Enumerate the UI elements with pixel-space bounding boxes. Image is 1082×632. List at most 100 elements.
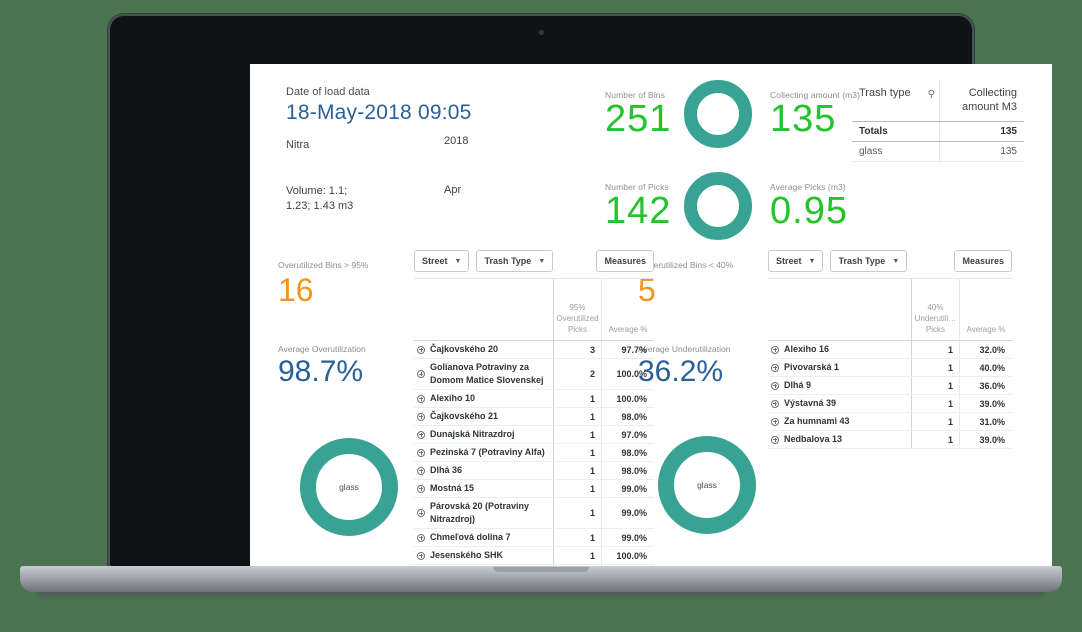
cell-average-percent: 99.0% [621, 508, 647, 518]
pivot-measure-header-picks[interactable]: 40% Underutili… Picks [912, 279, 960, 340]
table-row[interactable]: Alexiho 16 1 32.0% [768, 341, 1012, 359]
expand-icon[interactable] [417, 509, 425, 517]
pivot-measure-header-average[interactable]: Average % [602, 279, 654, 340]
expand-icon[interactable] [417, 533, 425, 542]
cell-picks: 1 [554, 498, 602, 528]
expand-icon[interactable] [417, 484, 425, 493]
measures-chip[interactable]: Measures [954, 250, 1012, 272]
cell-street: Alexiho 16 [768, 341, 912, 358]
expand-icon[interactable] [771, 417, 779, 426]
search-icon[interactable]: ⚲ [928, 86, 935, 102]
average-overutilization-value: 98.7% [278, 355, 364, 388]
expand-icon[interactable] [771, 381, 779, 390]
overutilized-pivot-panel: Street ▼ Trash Type ▼ Measures 95% Overu… [414, 250, 654, 572]
column-header-collecting-amount[interactable]: Collecting amount M3 [940, 80, 1024, 121]
column-header-trash-type[interactable]: Trash type ⚲ [852, 80, 940, 121]
cell-picks: 1 [554, 480, 602, 497]
table-row[interactable]: Alexiho 10 1 100.0% [414, 390, 654, 408]
cell-average-percent: 99.0% [621, 532, 647, 543]
table-row[interactable]: Golianova Potraviny za Domom Matice Slov… [414, 359, 654, 390]
date-label: Date of load data [286, 86, 370, 98]
table-row[interactable]: Čajkovského 20 3 97.7% [414, 341, 654, 359]
underutilized-pivot-table: 40% Underutili… Picks Average % Alexiho … [768, 278, 1012, 449]
cell-picks: 3 [554, 341, 602, 358]
filter-chip-trash-type[interactable]: Trash Type ▼ [476, 250, 554, 272]
cell-street-label: Dlhá 36 [430, 465, 463, 475]
expand-icon[interactable] [417, 448, 425, 457]
filter-chip-trash-type[interactable]: Trash Type ▼ [830, 250, 908, 272]
cell-street-label: Nedbalova 13 [784, 434, 843, 444]
expand-icon[interactable] [771, 399, 779, 408]
cell-average-percent: 98.0% [621, 411, 647, 422]
overutilized-count-value: 16 [278, 272, 314, 308]
cell-average-percent: 32.0% [979, 344, 1005, 355]
chevron-down-icon: ▼ [808, 257, 816, 265]
table-row[interactable]: Pezinská 7 (Potraviny Alfa) 1 98.0% [414, 444, 654, 462]
cell-average-percent: 36.0% [979, 380, 1005, 391]
expand-icon[interactable] [417, 551, 425, 560]
cell-picks: 1 [554, 529, 602, 546]
laptop-base [20, 566, 1062, 592]
table-row[interactable]: Chmeľová dolina 7 1 99.0% [414, 529, 654, 547]
cell-street-label: Párovská 20 (Potraviny Nitrazdroj) [430, 501, 530, 524]
cell-average-percent: 100.0% [616, 393, 647, 404]
cell-street-label: Chmeľová dolina 7 [430, 532, 511, 542]
measures-chip[interactable]: Measures [596, 250, 654, 272]
filter-chip-street[interactable]: Street ▼ [768, 250, 824, 272]
kpi-number-of-bins: Number of Bins 251 [605, 90, 671, 138]
cell-street-label: Čajkovského 20 [430, 344, 499, 354]
expand-icon[interactable] [771, 435, 779, 444]
cell-average-percent: 98.0% [621, 447, 647, 458]
pivot-header-row: 95% Overutilized Picks Average % [414, 279, 654, 341]
expand-icon[interactable] [417, 466, 425, 475]
cell-picks: 1 [912, 413, 960, 430]
table-row[interactable]: Mostná 15 1 99.0% [414, 480, 654, 498]
webcam-icon [538, 30, 544, 35]
donut-chart-picks[interactable] [684, 172, 752, 240]
underutilized-kpi-block: Underutilized Bins < 40% 5 Average Under… [638, 260, 768, 387]
underutilized-count-value: 5 [638, 272, 656, 308]
expand-icon[interactable] [771, 345, 779, 354]
cell-street-label: Pivovarská 1 [784, 362, 840, 372]
expand-icon[interactable] [417, 345, 425, 354]
cell-trash-type: glass [852, 142, 940, 161]
table-row[interactable]: Výstavná 39 1 39.0% [768, 395, 1012, 413]
cell-collecting-amount: 135 [1000, 146, 1017, 157]
cell-picks: 1 [554, 547, 602, 564]
table-row[interactable]: Párovská 20 (Potraviny Nitrazdroj) 1 99.0% [414, 498, 654, 529]
expand-icon[interactable] [771, 363, 779, 372]
measure-header-line-3: Picks [925, 325, 946, 334]
header-block: Date of load data 18-May-2018 09:05 Nitr… [286, 86, 616, 212]
date-value: 18-May-2018 09:05 [286, 101, 472, 124]
filter-chip-street[interactable]: Street ▼ [414, 250, 470, 272]
cell-picks: 1 [554, 444, 602, 461]
cell-picks: 1 [554, 426, 602, 443]
cell-street-label: Golianova Potraviny za Domom Matice Slov… [430, 362, 544, 385]
expand-icon[interactable] [417, 370, 425, 378]
table-row[interactable]: Dlhá 36 1 98.0% [414, 462, 654, 480]
kpi-number-of-picks: Number of Picks 142 [605, 182, 671, 230]
cell-street-label: Čajkovského 21 [430, 411, 499, 421]
table-row[interactable]: Pivovarská 1 1 40.0% [768, 359, 1012, 377]
table-row[interactable]: Nedbalova 13 1 39.0% [768, 431, 1012, 449]
expand-icon[interactable] [417, 430, 425, 439]
table-row[interactable]: Totals 135 [852, 122, 1024, 142]
donut-chart-overutilized[interactable]: glass [300, 438, 398, 536]
pivot-measure-header-picks[interactable]: 95% Overutilized Picks [554, 279, 602, 340]
pivot-measure-header-average[interactable]: Average % [960, 279, 1012, 340]
expand-icon[interactable] [417, 394, 425, 403]
table-row[interactable]: Čajkovského 21 1 98.0% [414, 408, 654, 426]
table-row[interactable]: glass 135 [852, 142, 1024, 162]
overutilized-count-label: Overutilized Bins > 95% [278, 260, 369, 270]
cell-street: Čajkovského 20 [414, 341, 554, 358]
overutilized-pivot-table: 95% Overutilized Picks Average % Čajkovs… [414, 278, 654, 572]
donut-chart-bins[interactable] [684, 80, 752, 148]
overutilized-kpi-block: Overutilized Bins > 95% 16 Average Overu… [278, 260, 408, 387]
table-row[interactable]: Za humnami 43 1 31.0% [768, 413, 1012, 431]
table-row[interactable]: Dunajská Nitrazdroj 1 97.0% [414, 426, 654, 444]
cell-street: Dlhá 9 [768, 377, 912, 394]
table-row[interactable]: Dlhá 9 1 36.0% [768, 377, 1012, 395]
table-row[interactable]: Jesenského SHK 1 100.0% [414, 547, 654, 565]
donut-chart-underutilized[interactable]: glass [658, 436, 756, 534]
expand-icon[interactable] [417, 412, 425, 421]
